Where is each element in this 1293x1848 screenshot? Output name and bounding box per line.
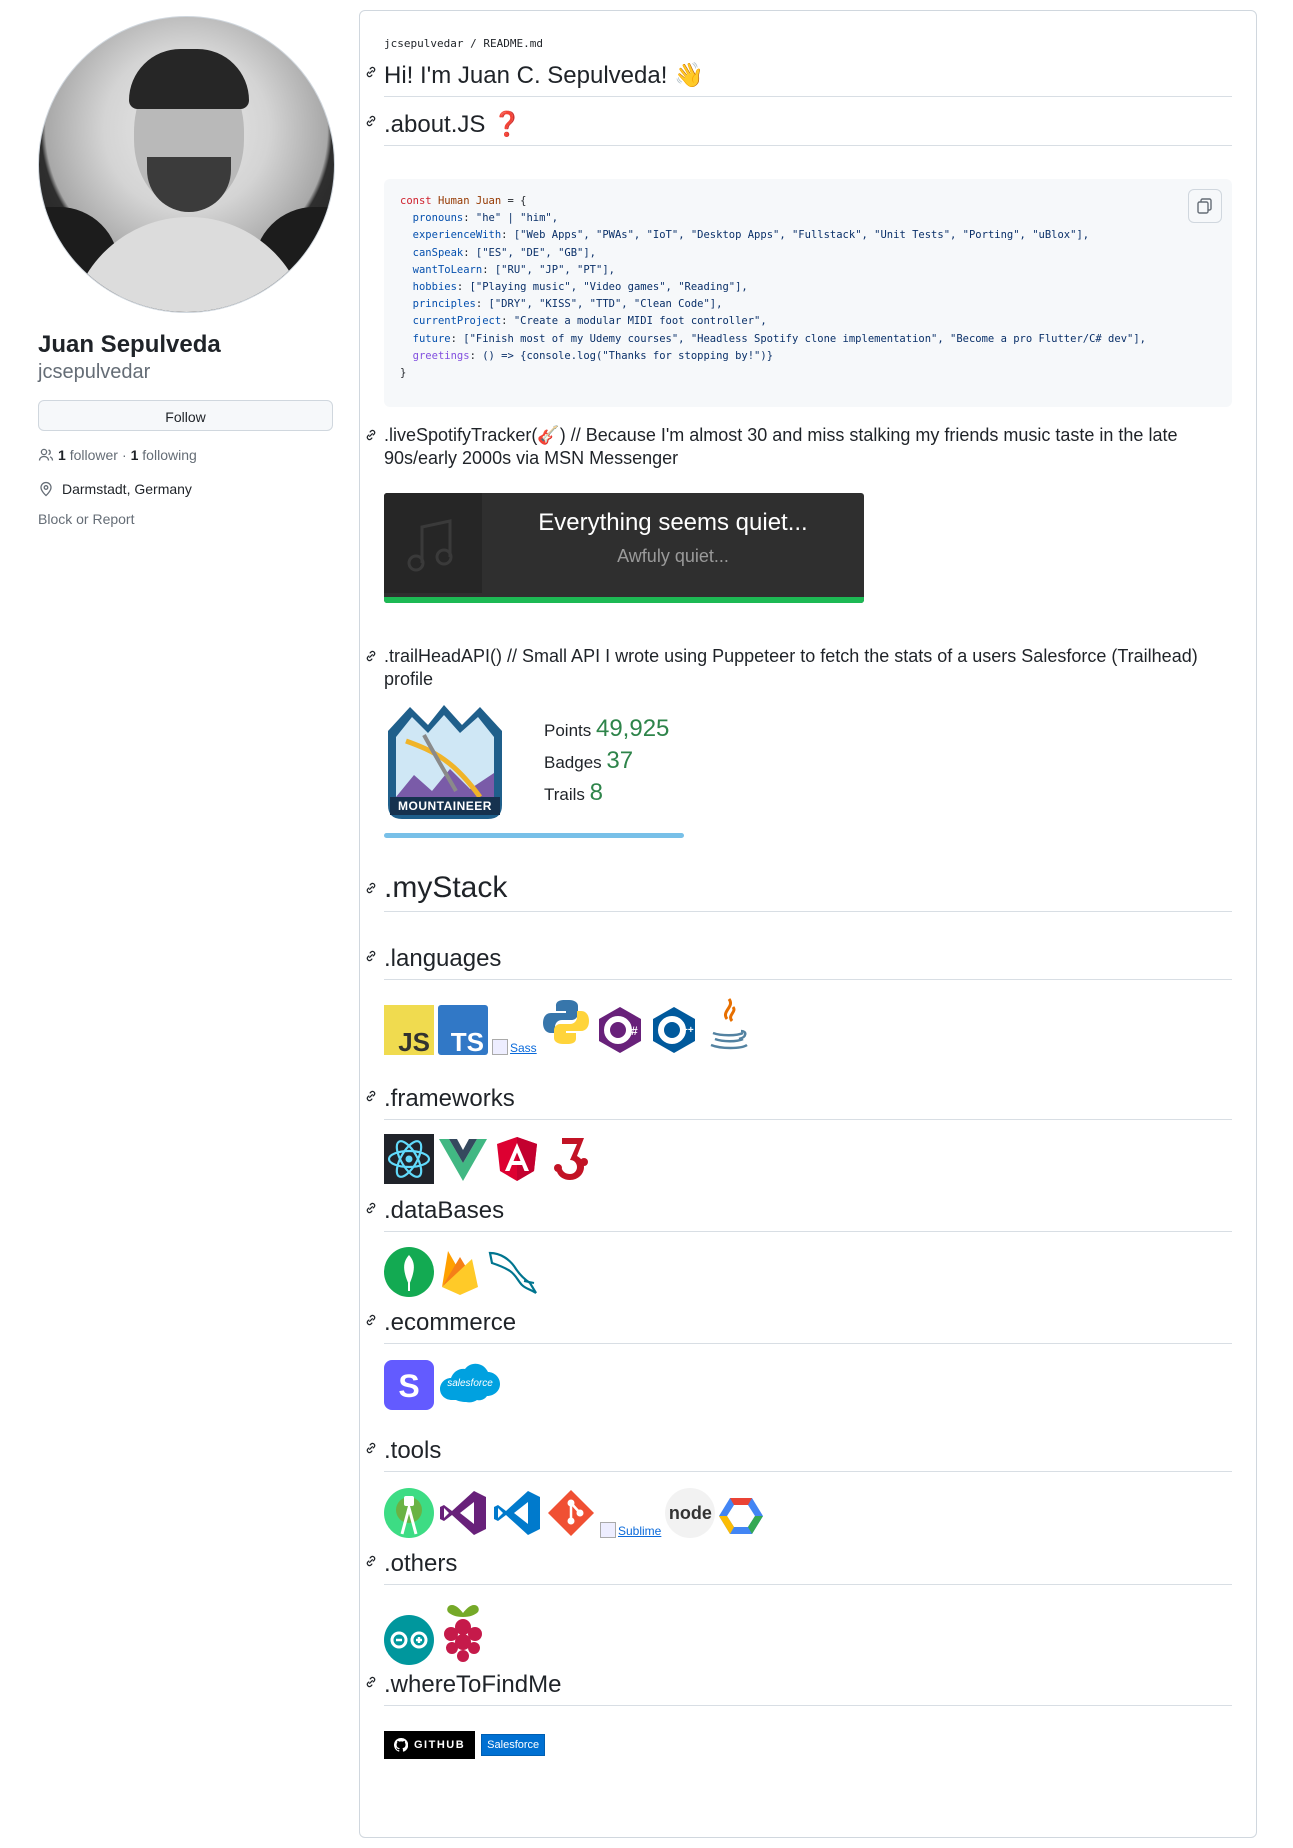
databases-icons [384,1247,542,1297]
points-stat: Points 49,925 [544,715,670,742]
link-icon[interactable] [364,1441,378,1455]
profile-login: jcsepulvedar [38,361,151,383]
heading-about: .about.JS ❓ [366,110,1232,146]
spotify-now-playing-card[interactable]: Everything seems quiet... Awfuly quiet..… [384,493,864,603]
python-icon[interactable] [541,997,591,1047]
link-icon[interactable] [364,1675,378,1689]
svg-text:#: # [631,1024,638,1038]
heading-greeting: Hi! I'm Juan C. Sepulveda! 👋 [366,61,1232,97]
link-icon[interactable] [364,65,378,79]
album-art-placeholder [384,493,482,593]
link-icon[interactable] [364,1201,378,1215]
heading-tools: .tools [366,1437,1232,1472]
followers-link[interactable]: 1 follower [58,447,118,463]
cplusplus-icon[interactable]: ++ [649,1005,699,1055]
heading-mystack: .myStack [366,871,1232,912]
svg-text:S: S [398,1368,419,1404]
heading-frameworks: .frameworks [366,1085,1232,1120]
tools-icons: Sublime node [384,1488,764,1538]
spotify-progress-bar [384,597,864,603]
javascript-icon[interactable]: JS [384,1005,434,1055]
sublime-icon[interactable]: Sublime [600,1522,661,1538]
git-icon[interactable] [546,1488,596,1538]
breadcrumb: jcsepulvedar / README.md [384,37,543,50]
svg-text:++: ++ [682,1025,694,1036]
link-icon[interactable] [364,1313,378,1327]
block-or-report-link[interactable]: Block or Report [38,511,335,527]
breadcrumb-user[interactable]: jcsepulvedar [384,37,463,50]
link-icon[interactable] [364,1554,378,1568]
typescript-icon[interactable]: TS [438,1005,488,1055]
languages-icons: JS TS Sass # ++ [384,995,753,1055]
trailhead-stats-card[interactable]: MOUNTAINEER Points 49,925 Badges 37 Trai… [384,701,684,841]
ecommerce-icons: S salesforce [384,1360,502,1410]
frameworks-icons [384,1134,596,1184]
location-text: Darmstadt, Germany [62,481,192,497]
copy-icon [1197,198,1212,214]
mountaineer-label: MOUNTAINEER [398,799,492,813]
music-note-icon [407,519,453,572]
salesforce-badge[interactable]: Salesforce [481,1734,546,1756]
link-icon[interactable] [364,1089,378,1103]
social-badges: GITHUB Salesforce [384,1731,546,1759]
arduino-icon[interactable] [384,1615,434,1665]
vue-icon[interactable] [438,1134,488,1184]
readme-box: jcsepulvedar / README.md Hi! I'm Juan C.… [359,10,1257,1838]
link-icon[interactable] [364,949,378,963]
vscode-icon[interactable] [492,1488,542,1538]
heading-databases: .dataBases [366,1197,1232,1232]
android-studio-icon[interactable] [384,1488,434,1538]
svg-text:TS: TS [451,1027,484,1055]
others-icons [384,1601,488,1665]
csharp-icon[interactable]: # [595,1005,645,1055]
heading-others: .others [366,1550,1232,1585]
location-pin-icon [40,481,52,497]
jest-icon[interactable] [546,1134,596,1184]
profile-fullname: Juan Sepulveda [38,331,221,358]
github-icon [394,1738,408,1752]
heading-where-to-find-me: .whereToFindMe [366,1671,1232,1706]
following-link[interactable]: 1 following [131,447,197,463]
link-icon[interactable] [364,881,378,895]
follow-button[interactable]: Follow [38,400,333,431]
profile-sidebar: Juan Sepulveda jcsepulvedar Follow 1 fol… [38,16,335,527]
trailhead-rank-bar [384,833,684,838]
github-badge[interactable]: GITHUB [384,1731,476,1759]
people-icon [38,448,54,461]
svg-text:JS: JS [398,1027,430,1055]
copy-button[interactable] [1188,189,1222,223]
salesforce-icon[interactable]: salesforce [438,1360,502,1410]
link-icon[interactable] [364,114,378,128]
location: Darmstadt, Germany [38,481,335,497]
nodejs-icon[interactable]: node [665,1488,716,1538]
link-icon[interactable] [364,649,378,663]
breadcrumb-file[interactable]: README.md [483,37,543,50]
sass-icon[interactable]: Sass [492,1039,537,1055]
raspberry-pi-icon[interactable] [438,1601,488,1665]
code-block: const Human Juan = { pronouns: "he" | "h… [384,179,1232,407]
mysql-icon[interactable] [486,1247,542,1297]
react-icon[interactable] [384,1134,434,1184]
link-icon[interactable] [364,428,378,442]
mongodb-icon[interactable] [384,1247,434,1297]
stripe-icon[interactable]: S [384,1360,434,1410]
heading-ecommerce: .ecommerce [366,1309,1232,1344]
badges-stat: Badges 37 [544,747,634,774]
follow-stats: 1 follower · 1 following [38,447,335,463]
heading-spotify: .liveSpotifyTracker(🎸) // Because I'm al… [366,424,1232,470]
code-content: const Human Juan = { pronouns: "he" | "h… [400,195,1146,380]
firebase-icon[interactable] [438,1247,482,1297]
heading-languages: .languages [366,945,1232,980]
avatar[interactable] [38,16,335,313]
visual-studio-icon[interactable] [438,1488,488,1538]
trails-stat: Trails 8 [544,779,604,806]
spotify-title: Everything seems quiet... [538,509,808,536]
google-cloud-icon[interactable] [719,1494,764,1538]
java-icon[interactable] [703,995,753,1055]
spotify-subtitle: Awfuly quiet... [617,546,729,566]
heading-trailhead: .trailHeadAPI() // Small API I wrote usi… [366,645,1232,691]
angular-icon[interactable] [492,1134,542,1184]
